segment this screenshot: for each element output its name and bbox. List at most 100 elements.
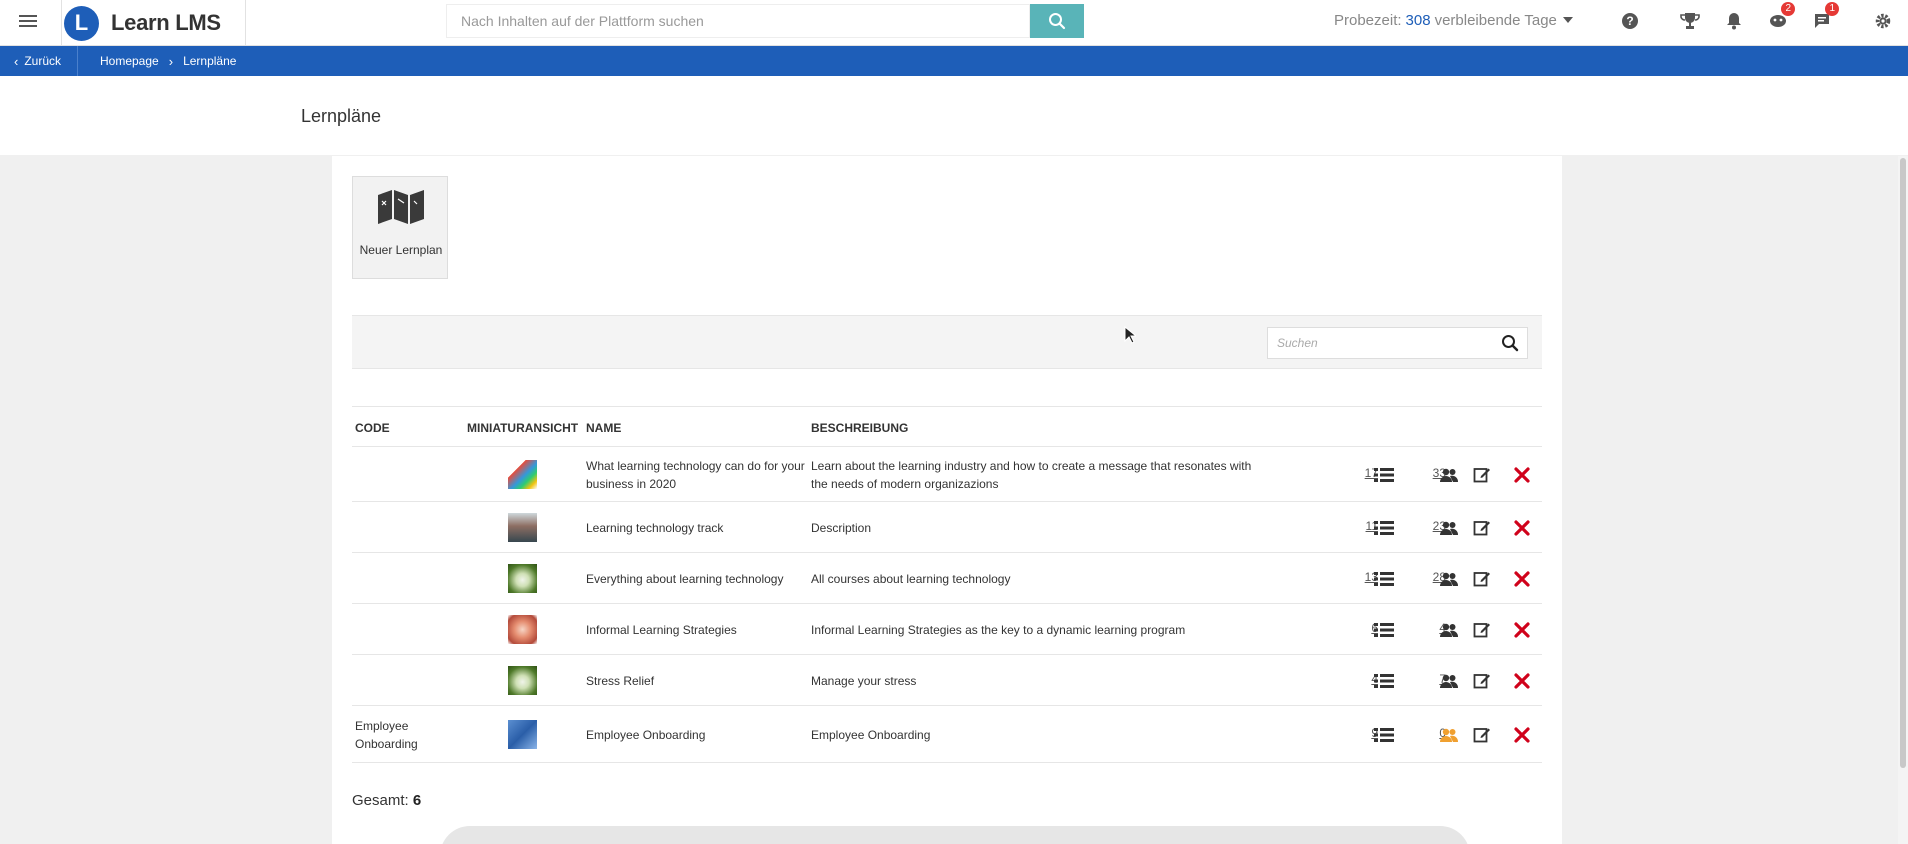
back-button[interactable]: ‹ Zurück: [14, 46, 79, 76]
cell-name[interactable]: Informal Learning Strategies: [586, 621, 806, 639]
cell-name[interactable]: Employee Onboarding: [586, 726, 806, 744]
top-bar: L Learn LMS Nach Inhalten auf der Plattf…: [0, 0, 1908, 46]
users-icon[interactable]: [1439, 468, 1459, 482]
table-row: Everything about learning technology All…: [352, 553, 1542, 604]
plan-thumbnail: [508, 512, 537, 542]
logo-icon: L: [64, 5, 99, 41]
delete-icon[interactable]: [1514, 672, 1530, 689]
edit-icon[interactable]: [1473, 621, 1491, 639]
new-plan-label: Neuer Lernplan: [359, 243, 443, 257]
cell-name[interactable]: What learning technology can do for your…: [586, 457, 806, 493]
scrollbar[interactable]: [1898, 156, 1908, 844]
users-icon[interactable]: [1439, 521, 1459, 535]
cell-code: Employee Onboarding: [355, 718, 418, 751]
menu-icon[interactable]: [16, 12, 40, 34]
delete-icon[interactable]: [1514, 621, 1530, 638]
cell-name[interactable]: Learning technology track: [586, 519, 806, 537]
edit-icon[interactable]: [1473, 672, 1491, 690]
cell-name[interactable]: Everything about learning technology: [586, 570, 806, 588]
table-row: What learning technology can do for your…: [352, 447, 1542, 502]
list-icon[interactable]: [1374, 520, 1394, 535]
bell-icon[interactable]: [1721, 8, 1747, 34]
brand[interactable]: L Learn LMS: [61, 0, 246, 46]
cell-name[interactable]: Stress Relief: [586, 672, 806, 690]
header-description[interactable]: BESCHREIBUNG: [811, 421, 908, 435]
breadcrumb-bar: ‹ Zurück Homepage › Lernpläne: [0, 46, 1908, 76]
header-name[interactable]: NAME: [586, 421, 621, 435]
plan-thumbnail: [508, 614, 537, 644]
users-icon[interactable]: [1439, 572, 1459, 586]
header-thumbnail: MINIATURANSICHT: [467, 421, 579, 435]
chevron-right-icon: ›: [168, 53, 174, 69]
list-icon[interactable]: [1374, 571, 1394, 586]
review-badge: 2: [1781, 2, 1795, 16]
breadcrumb-item-homepage[interactable]: Homepage: [100, 54, 159, 68]
trial-dropdown[interactable]: Probezeit: 308 verbleibende Tage: [1334, 0, 1573, 40]
page-title: Lernpläne: [301, 106, 382, 126]
new-plan-button[interactable]: Neuer Lernplan: [352, 176, 448, 279]
edit-icon[interactable]: [1473, 570, 1491, 588]
filter-search-input[interactable]: Suchen: [1267, 327, 1528, 359]
search-icon[interactable]: [1501, 334, 1519, 352]
table-row: Stress Relief Manage your stress 4 7: [352, 655, 1542, 706]
list-icon[interactable]: [1374, 673, 1394, 688]
cell-description: All courses about learning technology: [811, 571, 1011, 586]
list-icon[interactable]: [1374, 622, 1394, 637]
breadcrumb-item-current: Lernpläne: [183, 54, 237, 68]
breadcrumb: Homepage › Lernpläne: [100, 46, 236, 76]
table-row: Informal Learning Strategies Informal Le…: [352, 604, 1542, 655]
global-search-button[interactable]: [1030, 4, 1084, 38]
svg-text:?: ?: [1626, 14, 1633, 28]
users-icon[interactable]: [1439, 623, 1459, 637]
delete-icon[interactable]: [1514, 570, 1530, 587]
cell-description: Learn about the learning industry and ho…: [811, 458, 1252, 491]
cell-description: Informal Learning Strategies as the key …: [811, 622, 1186, 637]
footer-decoration: [440, 826, 1470, 844]
edit-icon[interactable]: [1473, 466, 1491, 484]
learning-plans-table: CODE MINIATURANSICHT NAME BESCHREIBUNG W…: [352, 406, 1542, 763]
caret-down-icon: [1562, 17, 1573, 23]
plan-thumbnail: [508, 459, 537, 489]
plan-thumbnail: [508, 665, 537, 695]
map-icon: [378, 190, 424, 224]
content-card: Neuer Lernplan Suchen CODE MINIATURANSIC…: [332, 156, 1562, 844]
app-name: Learn LMS: [111, 10, 221, 35]
filter-placeholder: Suchen: [1277, 336, 1318, 350]
list-icon[interactable]: [1374, 467, 1394, 482]
table-row: Learning technology track Description 11…: [352, 502, 1542, 553]
search-icon: [1049, 13, 1066, 30]
table-row: Employee Onboarding Employee Onboarding …: [352, 706, 1542, 763]
global-search-input[interactable]: Nach Inhalten auf der Plattform suchen: [446, 4, 1030, 38]
delete-icon[interactable]: [1514, 519, 1530, 536]
users-icon[interactable]: [1439, 674, 1459, 688]
help-icon[interactable]: ?: [1617, 8, 1643, 34]
delete-icon[interactable]: [1514, 466, 1530, 483]
table-header: CODE MINIATURANSICHT NAME BESCHREIBUNG: [352, 406, 1542, 447]
delete-icon[interactable]: [1514, 726, 1530, 743]
plan-thumbnail: [508, 563, 537, 593]
cell-description: Manage your stress: [811, 673, 917, 688]
trial-days: 308: [1405, 11, 1431, 29]
chat-badge: 1: [1825, 2, 1839, 16]
users-icon[interactable]: [1439, 728, 1459, 742]
chevron-left-icon: ‹: [14, 53, 19, 69]
list-icon[interactable]: [1374, 727, 1394, 742]
total-count: Gesamt: 6: [352, 792, 421, 809]
page-header: Lernpläne: [0, 76, 1908, 155]
table-body: What learning technology can do for your…: [352, 447, 1542, 763]
gear-icon[interactable]: [1870, 8, 1896, 34]
scrollbar-thumb[interactable]: [1900, 158, 1906, 768]
chat-icon[interactable]: 1: [1809, 2, 1839, 34]
plan-thumbnail: [508, 719, 537, 749]
header-code[interactable]: CODE: [355, 421, 390, 435]
trial-suffix: verbleibende Tage: [1434, 11, 1557, 29]
trophy-icon[interactable]: [1677, 8, 1703, 34]
edit-icon[interactable]: [1473, 726, 1491, 744]
filter-bar: Suchen: [352, 315, 1542, 369]
trial-label: Probezeit:: [1334, 11, 1402, 29]
review-icon[interactable]: 2: [1765, 2, 1795, 34]
cell-description: Description: [811, 520, 872, 535]
edit-icon[interactable]: [1473, 519, 1491, 537]
cell-description: Employee Onboarding: [811, 727, 931, 742]
total-value: 6: [412, 792, 422, 809]
